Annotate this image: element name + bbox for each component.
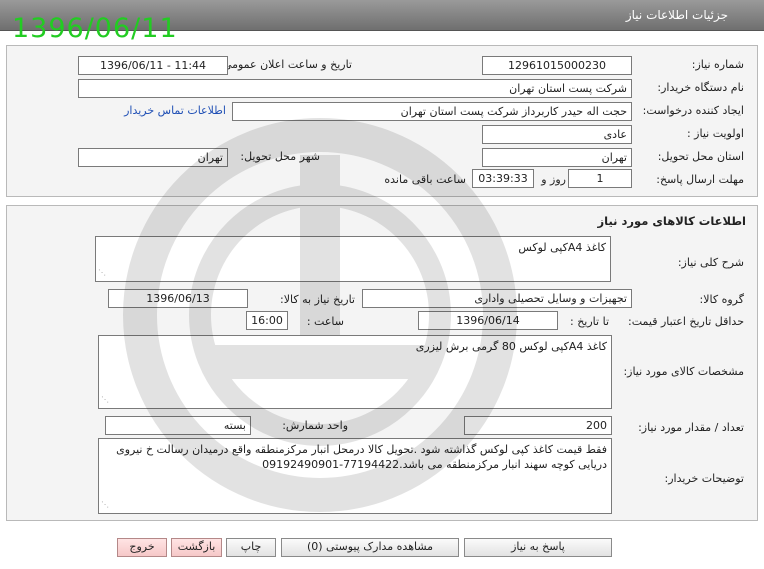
specs-field: کاغذ A4کپی لوکس 80 گرمی برش لیزری ⋰ [98,335,612,409]
creator-field: حجت اله حیدر کاربرداز شرکت پست استان تهر… [232,102,632,121]
province-label: استان محل تحویل: [657,150,744,163]
buyer-notes-text: فقط قیمت کاغذ کپی لوکس گذاشته شود .تحویل… [116,443,607,471]
reply-button[interactable]: پاسخ به نیاز [464,538,612,557]
creator-label: ایجاد کننده درخواست: [642,104,744,117]
time-label: ساعت : [306,315,344,328]
remaining-label: ساعت باقی مانده [384,173,466,186]
announce-datetime-label: تاریخ و ساعت اعلان عمومی: [219,58,352,71]
group-field: تجهیزات و وسایل تحصیلی واداری [362,289,632,308]
buyer-notes-field: فقط قیمت کاغذ کپی لوکس گذاشته شود .تحویل… [98,438,612,514]
announce-datetime-field: 1396/06/11 - 11:44 [78,56,228,75]
deadline-label: مهلت ارسال پاسخ: [656,173,744,186]
contact-info-link[interactable]: اطلاعات تماس خریدار [124,104,226,117]
specs-label: مشخصات کالای مورد نیاز: [623,365,744,378]
buyer-org-field: شرکت پست استان تهران [78,79,632,98]
general-desc-label: شرح کلی نیاز: [677,256,744,269]
resize-handle-icon[interactable]: ⋰ [98,265,106,280]
general-desc-text: کاغذ A4کپی لوکس [518,241,606,254]
min-validity-label: حداقل تاریخ اعتبار قیمت: [628,315,744,328]
priority-label: اولویت نیاز : [686,127,744,140]
priority-field: عادی [482,125,632,144]
province-field: تهران [482,148,632,167]
until-date-label: تا تاریخ : [570,315,609,328]
deadline-time-field: 03:39:33 [472,169,534,188]
until-date-field: 1396/06/14 [418,311,558,330]
resize-handle-icon[interactable]: ⋰ [101,392,109,407]
group-label: گروه کالا: [699,293,744,306]
date-stamp: 1396/06/11 [12,13,178,44]
unit-label: واحد شمارش: [282,419,348,432]
city-field: تهران [78,148,228,167]
page-title: جزئیات اطلاعات نیاز [625,8,728,22]
attachments-button[interactable]: مشاهده مدارک پیوستی (0) [281,538,459,557]
day-and-label: روز و [541,173,566,186]
resize-handle-icon[interactable]: ⋰ [101,497,109,512]
need-number-label: شماره نیاز: [691,58,744,71]
need-date-label: تاریخ نیاز به کالا: [280,293,355,306]
unit-field: بسته [105,416,251,435]
quantity-label: تعداد / مقدار مورد نیاز: [638,421,744,434]
buyer-org-label: نام دستگاه خریدار: [657,81,744,94]
general-desc-field: کاغذ A4کپی لوکس ⋰ [95,236,611,282]
exit-button[interactable]: خروج [117,538,167,557]
buyer-notes-label: توضیحات خریدار: [664,472,745,485]
quantity-field: 200 [464,416,612,435]
time-field: 16:00 [246,311,288,330]
need-number-field: 12961015000230 [482,56,632,75]
back-button[interactable]: بازگشت [171,538,222,557]
city-label: شهر محل تحویل: [240,150,320,163]
print-button[interactable]: چاپ [226,538,276,557]
need-date-field: 1396/06/13 [108,289,248,308]
goods-section-title: اطلاعات کالاهای مورد نیاز [597,214,746,228]
deadline-days-field: 1 [568,169,632,188]
specs-text: کاغذ A4کپی لوکس 80 گرمی برش لیزری [415,340,607,353]
